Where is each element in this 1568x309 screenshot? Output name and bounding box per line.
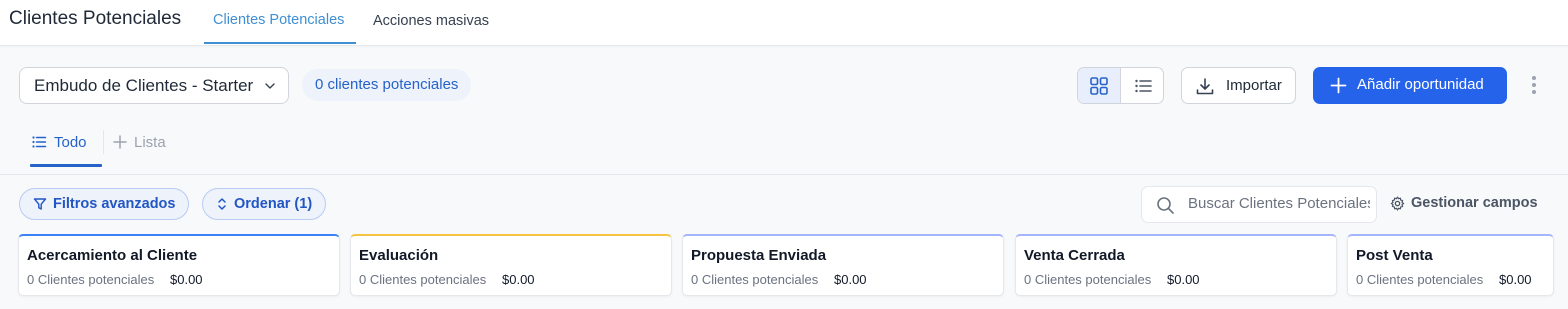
chevron-down-icon [265, 83, 275, 89]
grid-icon [1090, 76, 1108, 95]
search-input[interactable] [1188, 195, 1370, 212]
view-tab-todo[interactable]: Todo [31, 131, 87, 153]
view-mode-toggle [1077, 67, 1164, 104]
import-button[interactable]: Importar [1181, 67, 1296, 104]
stage-name: Post Venta [1356, 247, 1433, 264]
view-tab-label: Todo [54, 133, 87, 151]
gear-icon [1390, 196, 1405, 210]
list-icon [1134, 79, 1152, 92]
active-tab-indicator [204, 42, 356, 44]
search-box [1141, 186, 1377, 223]
stage-card-acercamiento: Acercamiento al Cliente 0 Clientes poten… [18, 234, 340, 296]
stage-name: Venta Cerrada [1024, 247, 1125, 264]
sort-icon [218, 198, 226, 210]
stage-count: 0 Clientes potenciales [359, 272, 487, 287]
stage-name: Evaluación [359, 247, 439, 264]
tab-acciones-masivas[interactable]: Acciones masivas [373, 13, 489, 29]
list-view-button[interactable] [1121, 68, 1163, 103]
advanced-filters-label: Filtros avanzados [53, 196, 176, 212]
add-opportunity-label: Añadir oportunidad [1357, 76, 1484, 93]
plus-icon [113, 135, 127, 149]
add-list-button[interactable]: Lista [113, 131, 166, 153]
stage-amount: $0.00 [502, 272, 535, 287]
manage-fields-button[interactable]: Gestionar campos [1390, 195, 1538, 211]
add-opportunity-button[interactable]: Añadir oportunidad [1313, 67, 1507, 104]
lead-count-badge: 0 clientes potenciales [302, 69, 472, 101]
view-tab-indicator [30, 164, 102, 167]
stage-name: Propuesta Enviada [691, 247, 827, 264]
stage-card-propuesta-enviada: Propuesta Enviada 0 Clientes potenciales… [682, 234, 1004, 296]
sort-label: Ordenar (1) [234, 196, 313, 212]
grid-view-button[interactable] [1078, 68, 1121, 103]
pipeline-select[interactable]: Embudo de Clientes - Starter [19, 67, 289, 104]
plus-icon [1330, 77, 1347, 94]
manage-fields-label: Gestionar campos [1411, 195, 1538, 211]
stage-count: 0 Clientes potenciales [1356, 272, 1484, 287]
sort-button[interactable]: Ordenar (1) [202, 188, 327, 220]
stage-count: 0 Clientes potenciales [691, 272, 819, 287]
divider [103, 130, 104, 154]
stage-card-evaluacion: Evaluación 0 Clientes potenciales $0.00 [350, 234, 672, 296]
stage-count: 0 Clientes potenciales [1024, 272, 1152, 287]
list-icon [32, 136, 47, 148]
divider [0, 174, 1568, 175]
stage-amount: $0.00 [1499, 272, 1532, 287]
search-icon [1157, 197, 1174, 214]
advanced-filters-button[interactable]: Filtros avanzados [19, 188, 190, 220]
pipeline-select-value: Embudo de Clientes - Starter [34, 76, 254, 95]
import-button-label: Importar [1226, 77, 1282, 94]
page-title: Clientes Potenciales [9, 8, 182, 29]
stage-count: 0 Clientes potenciales [27, 272, 155, 287]
filter-icon [33, 198, 47, 210]
stage-card-venta-cerrada: Venta Cerrada 0 Clientes potenciales $0.… [1015, 234, 1337, 296]
stage-card-post-venta: Post Venta 0 Clientes potenciales $0.00 [1347, 234, 1554, 296]
more-options-icon[interactable] [1526, 74, 1542, 96]
top-bar: Clientes Potenciales Clientes Potenciale… [0, 0, 1568, 46]
add-list-label: Lista [134, 133, 166, 151]
tab-clientes-potenciales[interactable]: Clientes Potenciales [213, 12, 344, 28]
stage-amount: $0.00 [834, 272, 867, 287]
stage-name: Acercamiento al Cliente [27, 247, 198, 264]
download-icon [1196, 78, 1214, 95]
stage-amount: $0.00 [170, 272, 203, 287]
stage-amount: $0.00 [1167, 272, 1200, 287]
